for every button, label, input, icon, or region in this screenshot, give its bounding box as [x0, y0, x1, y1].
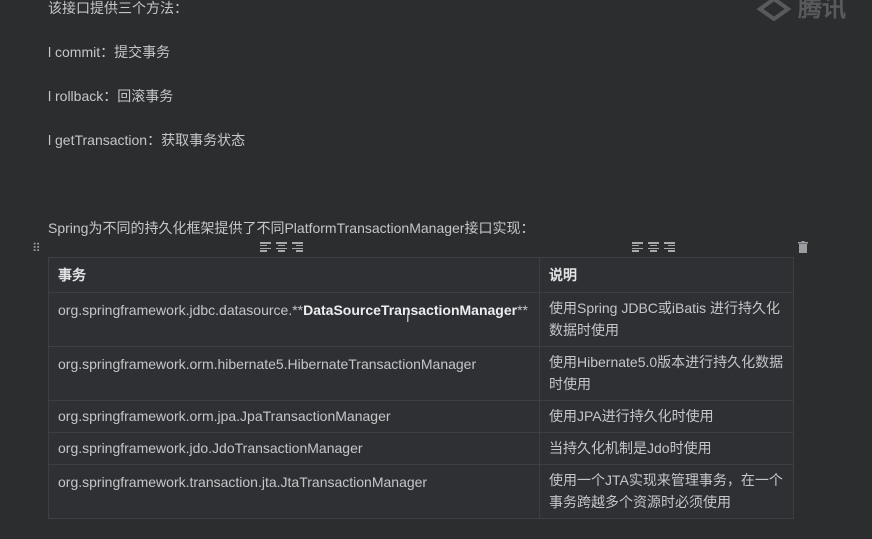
header-description[interactable]: 说明	[539, 257, 794, 293]
method-gettransaction: l getTransaction：获取事务状态	[48, 132, 246, 148]
table-cell-class[interactable]: org.springframework.jdbc.datasource.**Da…	[48, 292, 540, 347]
table-cell-class[interactable]: org.springframework.transaction.jta.JtaT…	[48, 464, 540, 519]
class-name-bold: DataSourceTransactionManager	[303, 302, 518, 318]
table-cell-description[interactable]: 当持久化机制是Jdo时使用	[539, 432, 794, 465]
transaction-manager-table: 事务 说明 org.springframework.jdbc.datasourc…	[48, 257, 794, 519]
watermark-text: 腾讯	[798, 0, 846, 22]
table-cell-description[interactable]: 使用Hibernate5.0版本进行持久化数据时使用	[539, 346, 794, 401]
column1-align-group	[260, 242, 303, 252]
column2-align-group	[632, 242, 675, 252]
align-center-icon[interactable]	[648, 242, 659, 252]
trash-icon[interactable]	[798, 241, 808, 256]
table-cell-description[interactable]: 使用Spring JDBC或iBatis 进行持久化数据时使用	[539, 292, 794, 347]
table-cell-class[interactable]: org.springframework.jdo.JdoTransactionMa…	[48, 432, 540, 465]
grid-icon[interactable]: ⠿	[32, 241, 41, 255]
table-row: org.springframework.orm.hibernate5.Hiber…	[48, 346, 794, 401]
method-commit: l commit：提交事务	[48, 44, 171, 60]
table-row: org.springframework.transaction.jta.JtaT…	[48, 464, 794, 519]
align-left-icon[interactable]	[632, 242, 643, 252]
table-row: org.springframework.jdo.JdoTransactionMa…	[48, 432, 794, 465]
header-transaction[interactable]: 事务	[48, 257, 540, 293]
text-cursor-icon: I	[406, 311, 410, 325]
table-row: org.springframework.jdbc.datasource.**Da…	[48, 292, 794, 347]
intro-line: 该接口提供三个方法：	[48, 0, 188, 16]
align-right-icon[interactable]	[292, 242, 303, 252]
align-center-icon[interactable]	[276, 242, 287, 252]
align-left-icon[interactable]	[260, 242, 271, 252]
method-rollback: l rollback：回滚事务	[48, 88, 174, 104]
class-package: org.springframework.jdbc.datasource.**	[58, 302, 304, 318]
table-header-row: 事务 说明	[48, 257, 794, 293]
section-heading: Spring为不同的持久化框架提供了不同PlatformTransactionM…	[48, 220, 535, 236]
tencent-logo-icon	[756, 0, 792, 21]
table-cell-description[interactable]: 使用一个JTA实现来管理事务，在一个事务跨越多个资源时必须使用	[539, 464, 794, 519]
tencent-watermark: 腾讯	[756, 0, 846, 23]
table-cell-description[interactable]: 使用JPA进行持久化时使用	[539, 400, 794, 433]
class-suffix: **	[517, 302, 528, 318]
table-cell-class[interactable]: org.springframework.orm.jpa.JpaTransacti…	[48, 400, 540, 433]
table-cell-class[interactable]: org.springframework.orm.hibernate5.Hiber…	[48, 346, 540, 401]
table-row: org.springframework.orm.jpa.JpaTransacti…	[48, 400, 794, 433]
editor-page: 腾讯 该接口提供三个方法： l commit：提交事务 l rollback：回…	[0, 0, 872, 539]
align-right-icon[interactable]	[664, 242, 675, 252]
